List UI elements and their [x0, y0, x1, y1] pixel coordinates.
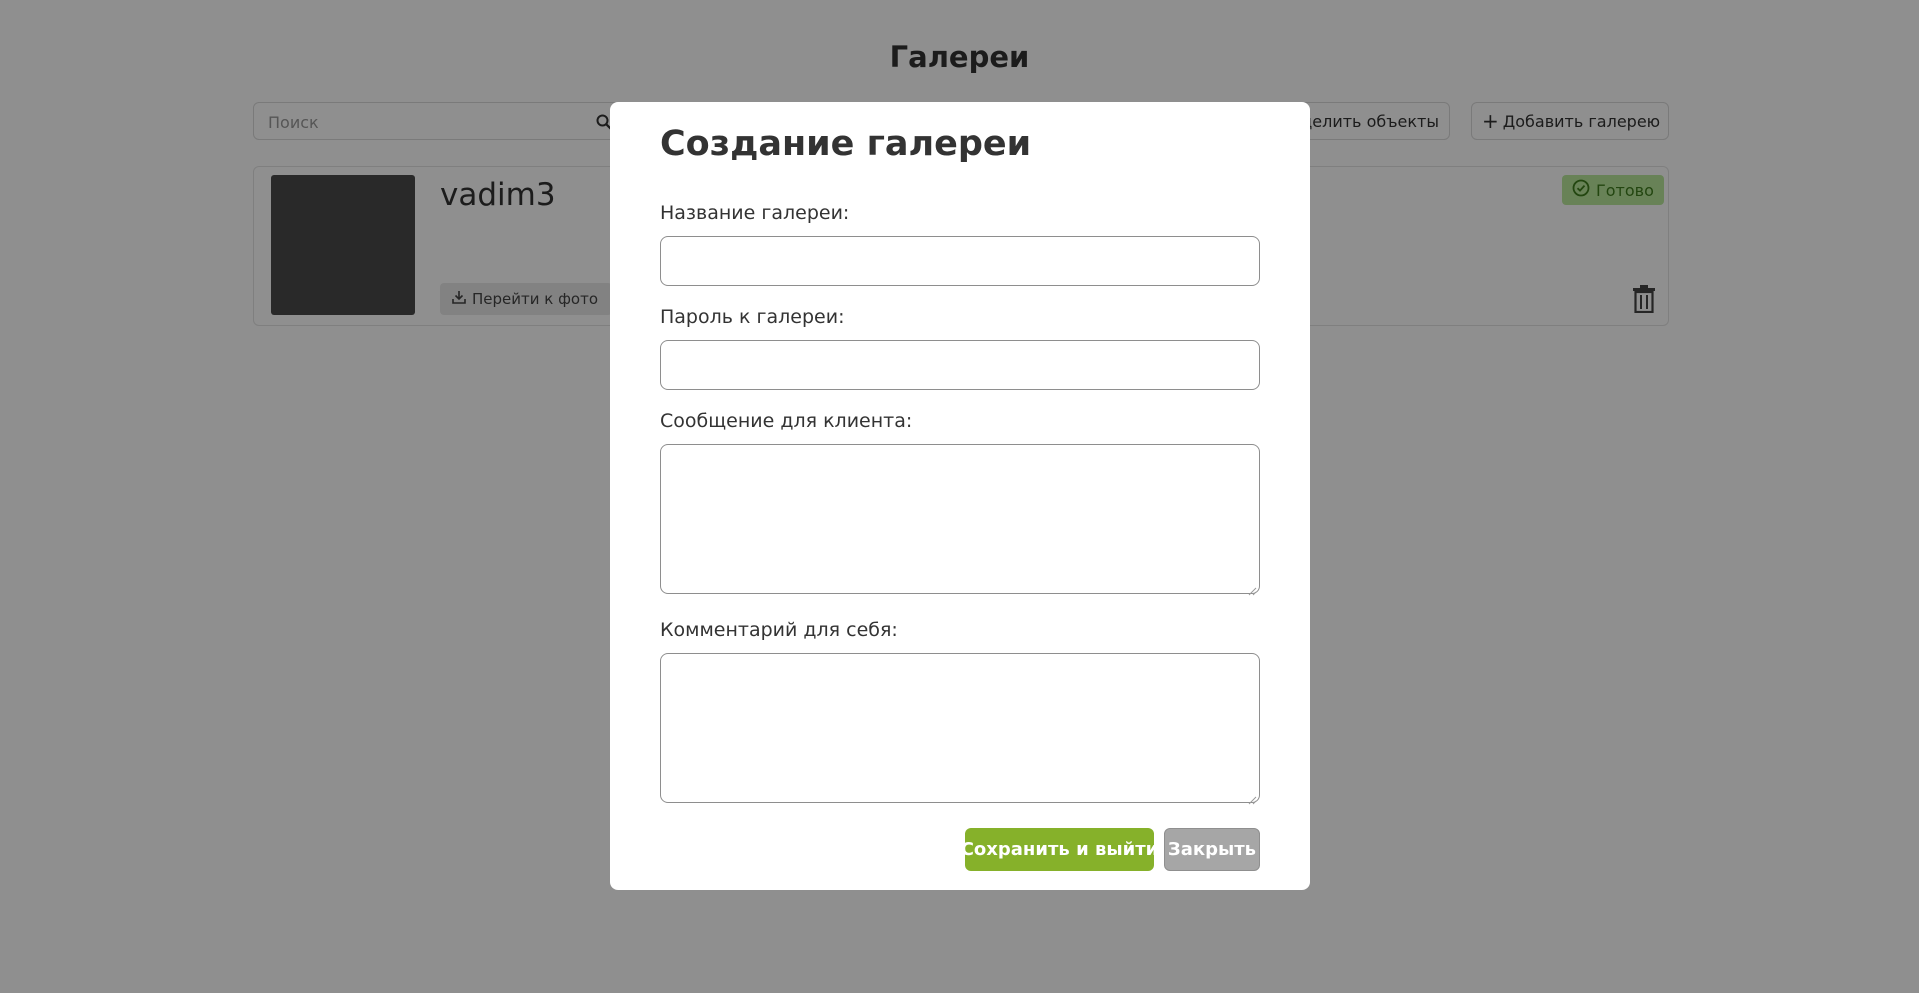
gallery-password-field[interactable]: [660, 340, 1260, 390]
gallery-name-label: Название галереи:: [660, 202, 850, 224]
self-comment-field[interactable]: [660, 653, 1260, 805]
close-button[interactable]: Закрыть: [1164, 828, 1260, 871]
save-and-exit-button[interactable]: Сохранить и выйти: [961, 828, 1158, 871]
client-message-label: Сообщение для клиента:: [660, 410, 913, 432]
create-gallery-modal: Создание галереи Название галереи: Парол…: [610, 102, 1310, 890]
gallery-name-field[interactable]: [660, 236, 1260, 286]
self-comment-label: Комментарий для себя:: [660, 619, 898, 641]
resize-grip-icon[interactable]: [1247, 790, 1257, 805]
modal-title: Создание галереи: [660, 124, 1032, 164]
client-message-field[interactable]: [660, 444, 1260, 596]
resize-grip-icon[interactable]: [1247, 581, 1257, 596]
gallery-password-label: Пароль к галереи:: [660, 306, 845, 328]
